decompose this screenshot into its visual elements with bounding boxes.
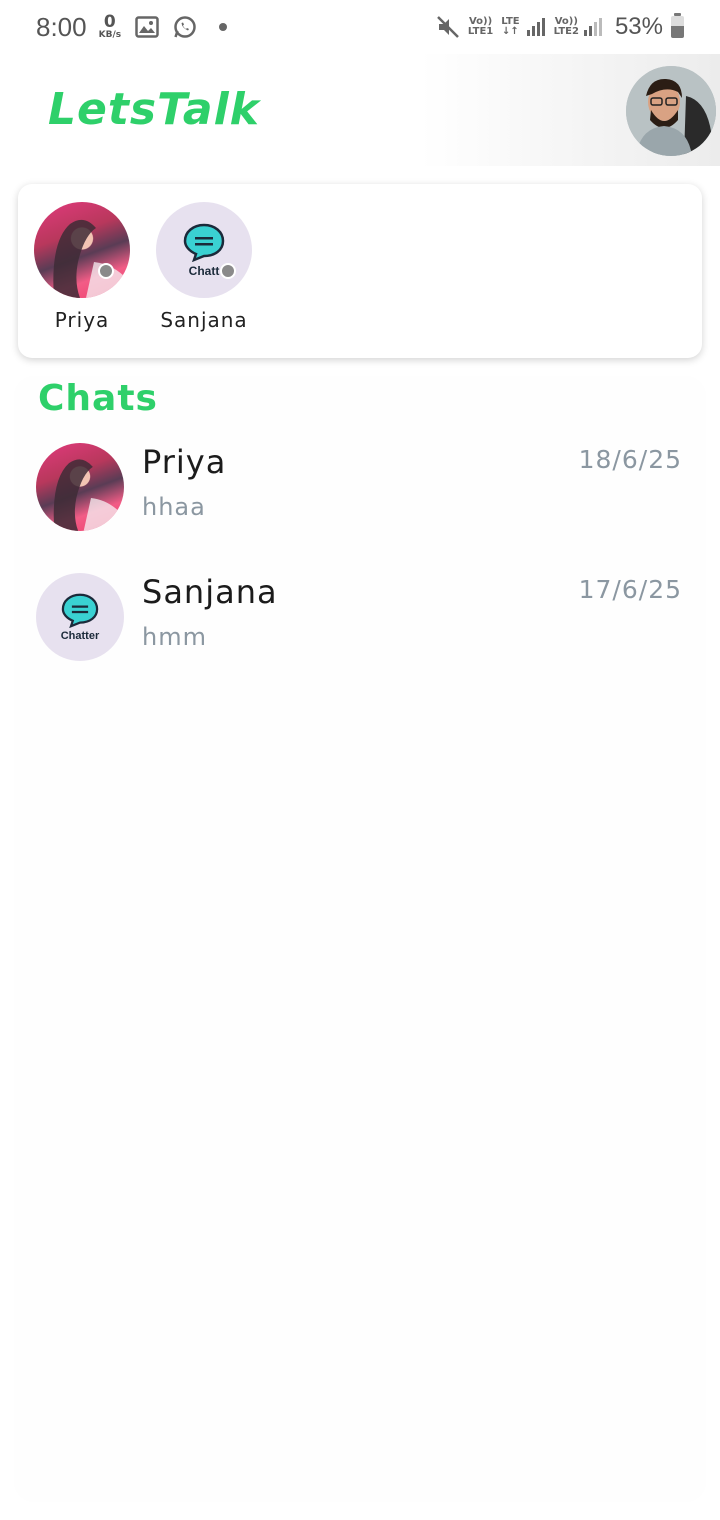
sim1-volte: Vo)) LTE1 — [467, 16, 494, 37]
chat-name: Sanjana — [142, 573, 278, 611]
active-users-card: Priya Chatt Sanjana — [18, 184, 702, 358]
battery-level: 53% — [614, 13, 663, 40]
story-name: Sanjana — [160, 308, 248, 332]
chat-bubble-icon — [183, 223, 225, 262]
avatar — [36, 443, 124, 531]
story-item-sanjana[interactable]: Chatt Sanjana — [144, 202, 264, 332]
chatter-logo-text: Chatt — [188, 264, 220, 278]
chat-date: 17/6/25 — [578, 575, 682, 604]
story-name: Priya — [54, 308, 110, 332]
chats-section-title: Chats — [38, 378, 158, 419]
battery-icon — [671, 13, 684, 38]
avatar: Chatt — [156, 202, 252, 298]
mute-icon — [436, 15, 460, 39]
chat-bubble-icon — [61, 593, 99, 628]
chat-last-message: hhaa — [142, 493, 206, 521]
chat-date: 18/6/25 — [578, 445, 682, 474]
avatar — [34, 202, 130, 298]
chat-item-sanjana[interactable]: Chatter Sanjana hmm 17/6/25 — [0, 573, 720, 683]
story-item-priya[interactable]: Priya — [22, 202, 142, 332]
chatter-logo-text: Chatter — [60, 630, 100, 642]
chat-name: Priya — [142, 443, 227, 481]
profile-avatar[interactable] — [626, 66, 716, 156]
chat-item-priya[interactable]: Priya hhaa 18/6/25 — [0, 443, 720, 553]
status-dot — [98, 263, 114, 279]
status-dot — [220, 263, 236, 279]
status-time: 8:00 — [36, 11, 87, 42]
whatsapp-icon — [173, 15, 197, 39]
signal-weak-icon — [583, 17, 603, 37]
sim2-volte: Vo)) LTE2 — [553, 16, 579, 37]
signal-icon — [526, 17, 546, 37]
image-icon — [135, 16, 159, 38]
app-title: LetsTalk — [48, 84, 260, 135]
app-header: LetsTalk — [0, 54, 720, 166]
lte-indicator: LTE ↓↑ — [501, 16, 520, 37]
notification-dot-icon — [219, 23, 228, 31]
chat-last-message: hmm — [142, 623, 207, 651]
network-speed: 0 KB/s — [98, 12, 122, 40]
avatar: Chatter — [36, 573, 124, 661]
status-bar: 8:00 0 KB/s Vo)) LTE1 LTE ↓↑ Vo)) LTE2 5… — [0, 0, 720, 54]
